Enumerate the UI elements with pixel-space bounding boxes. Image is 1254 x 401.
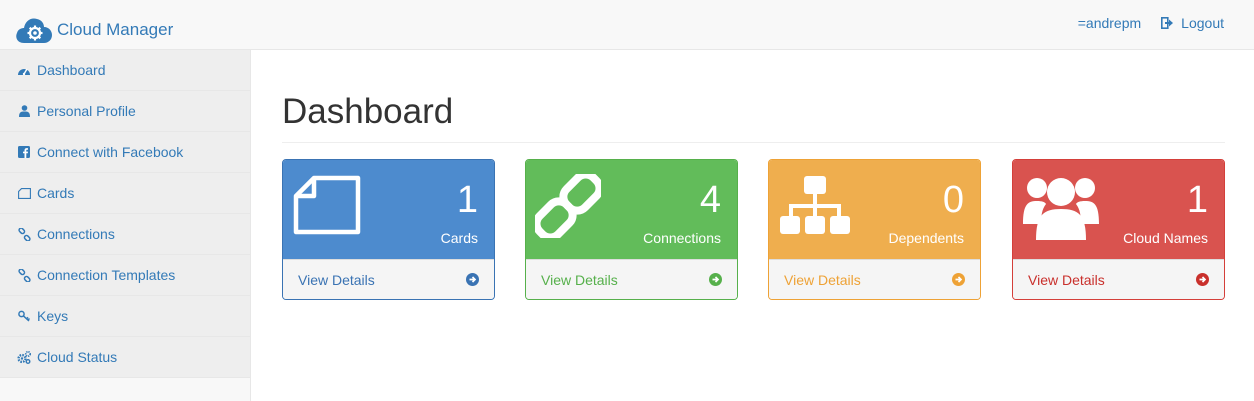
facebook-icon <box>17 145 31 159</box>
sidebar-item-cloud-status[interactable]: Cloud Status <box>0 337 250 378</box>
view-details-link[interactable]: View Details <box>526 259 737 299</box>
panel-heading: 1 Cards <box>283 160 494 259</box>
panel-count: 4 <box>699 179 721 221</box>
view-details-link[interactable]: View Details <box>283 259 494 299</box>
sidebar-item-connect-facebook[interactable]: Connect with Facebook <box>0 132 250 173</box>
arrow-circle-right-icon <box>466 273 479 286</box>
link-icon <box>17 268 31 282</box>
stat-panels: 1 Cards View Details 4 Connections View … <box>282 159 1225 300</box>
arrow-circle-right-icon <box>952 273 965 286</box>
logout-link[interactable]: Logout <box>1161 15 1224 31</box>
cloud-names-panel: 1 Cloud Names View Details <box>1012 159 1225 300</box>
view-details-link[interactable]: View Details <box>769 259 980 299</box>
user-menu: =andrepm Logout <box>1078 15 1224 31</box>
sidebar-item-label: Cloud Status <box>37 349 118 365</box>
panel-label: Dependents <box>888 230 964 246</box>
panel-heading: 1 Cloud Names <box>1013 160 1224 259</box>
top-navbar: Cloud Manager =andrepm Logout <box>0 0 1254 50</box>
panel-label: Connections <box>643 230 721 246</box>
key-icon <box>17 309 31 323</box>
view-details-label: View Details <box>784 271 861 288</box>
panel-label: Cloud Names <box>1123 230 1208 246</box>
cogs-icon <box>17 350 31 364</box>
sidebar-item-label: Connection Templates <box>37 267 176 283</box>
chain-icon <box>535 174 601 238</box>
sitemap-icon <box>780 176 850 234</box>
sign-out-icon <box>1161 17 1174 29</box>
sidebar-item-cards[interactable]: Cards <box>0 173 250 214</box>
panel-count: 1 <box>1186 179 1208 221</box>
panel-heading: 0 Dependents <box>769 160 980 259</box>
panel-heading: 4 Connections <box>526 160 737 259</box>
sidebar-item-connection-templates[interactable]: Connection Templates <box>0 255 250 296</box>
sidebar-item-label: Cards <box>37 185 75 201</box>
connections-panel: 4 Connections View Details <box>525 159 738 300</box>
sidebar-item-dashboard[interactable]: Dashboard <box>0 50 250 91</box>
page-title: Dashboard <box>282 92 1225 143</box>
brand-link[interactable]: Cloud Manager <box>15 15 173 45</box>
view-details-label: View Details <box>298 271 375 288</box>
sidebar-item-label: Connect with Facebook <box>37 144 184 160</box>
users-icon <box>1023 178 1099 240</box>
arrow-circle-right-icon <box>709 273 722 286</box>
cloud-gear-icon <box>16 18 52 43</box>
sidebar-item-label: Connections <box>37 226 115 242</box>
sidebar-item-keys[interactable]: Keys <box>0 296 250 337</box>
main-content: Dashboard 1 Cards View Details 4 Connect… <box>282 50 1225 300</box>
logout-label: Logout <box>1181 15 1224 31</box>
dashboard-icon <box>17 63 31 77</box>
sidebar-item-personal-profile[interactable]: Personal Profile <box>0 91 250 132</box>
sidebar: Dashboard Personal Profile Connect with … <box>0 50 251 401</box>
sidebar-item-label: Personal Profile <box>37 103 136 119</box>
arrow-circle-right-icon <box>1196 273 1209 286</box>
panel-count: 0 <box>942 179 964 221</box>
panel-count: 1 <box>456 179 478 221</box>
sidebar-item-connections[interactable]: Connections <box>0 214 250 255</box>
sidebar-item-label: Dashboard <box>37 62 106 78</box>
file-icon <box>293 175 361 235</box>
username-link[interactable]: =andrepm <box>1078 15 1141 31</box>
link-icon <box>17 227 31 241</box>
view-details-link[interactable]: View Details <box>1013 259 1224 299</box>
panel-label: Cards <box>440 230 478 246</box>
brand-name: Cloud Manager <box>57 20 174 39</box>
card-icon <box>17 186 31 200</box>
sidebar-item-label: Keys <box>37 308 69 324</box>
dependents-panel: 0 Dependents View Details <box>768 159 981 300</box>
user-icon <box>17 104 31 118</box>
cards-panel: 1 Cards View Details <box>282 159 495 300</box>
view-details-label: View Details <box>541 271 618 288</box>
view-details-label: View Details <box>1028 271 1105 288</box>
